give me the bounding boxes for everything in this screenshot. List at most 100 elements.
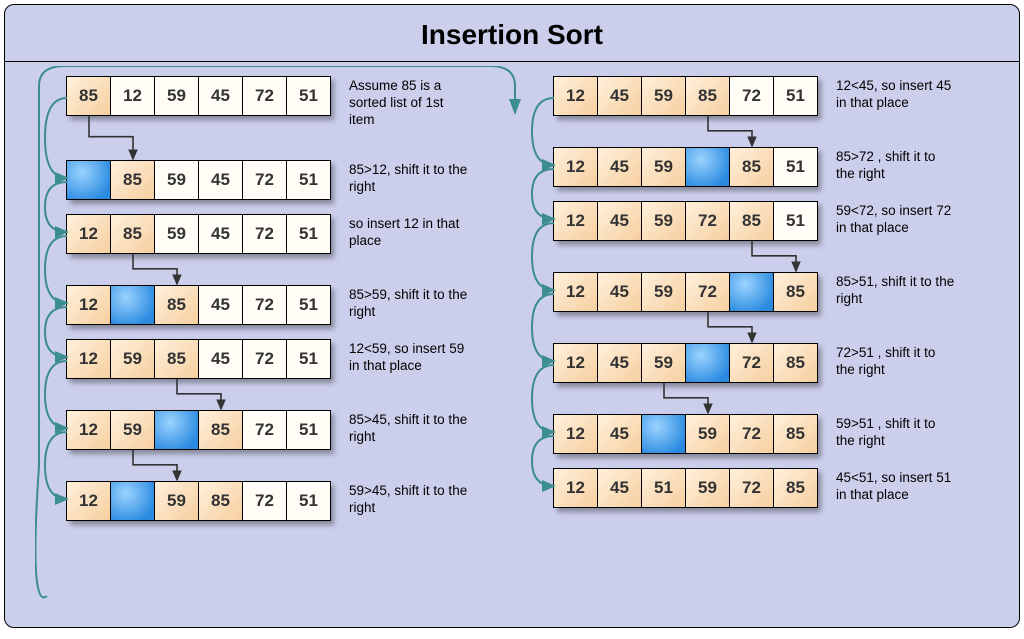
array: 124559857251: [554, 76, 818, 116]
array-cell: 45: [198, 160, 243, 200]
array-cell: 59: [685, 414, 730, 454]
array-cell: 12: [553, 414, 598, 454]
array-cell: 51: [286, 214, 331, 254]
array: 1245598551: [554, 147, 818, 187]
array-cell: 51: [641, 468, 686, 508]
array: 1259857251: [67, 481, 331, 521]
array-cell: 59: [154, 76, 199, 116]
array-cell: 85: [154, 339, 199, 379]
step-caption: 59>45, shift it to the right: [349, 481, 469, 517]
array-cell: 72: [242, 339, 287, 379]
step-caption: 12<59, so insert 59 in that place: [349, 339, 469, 375]
array: 1245597285: [554, 272, 818, 312]
array: 8559457251: [67, 160, 331, 200]
left-column: 851259457251Assume 85 is a sorted list o…: [25, 76, 512, 552]
step-caption: 12<45, so insert 45 in that place: [836, 76, 956, 112]
array-cell: 45: [597, 272, 642, 312]
array-cell: 59: [154, 214, 199, 254]
page-title: Insertion Sort: [5, 5, 1019, 61]
array-cell: 72: [242, 214, 287, 254]
step-row: 124559728572>51 , shift it to the right: [512, 343, 999, 383]
array-cell: 72: [729, 343, 774, 383]
array-cell: 72: [729, 76, 774, 116]
step-caption: 85>51, shift it to the right: [836, 272, 956, 308]
step-row: 128559457251so insert 12 in that place: [25, 214, 512, 254]
array-cell: 51: [773, 201, 818, 241]
array-cell: 12: [66, 339, 111, 379]
array-cell: 85: [198, 410, 243, 450]
step-row: 124559857251 12<45, so insert 45 in that …: [512, 76, 999, 116]
array-cell: 45: [198, 285, 243, 325]
array-cell: 85: [198, 481, 243, 521]
right-column: 12455985725112<45, so insert 45 in that …: [512, 76, 999, 552]
step-row: 851259457251 Assume 85 is a sorted list o…: [25, 76, 512, 129]
array-cell: 59: [641, 343, 686, 383]
diagram-frame: Insertion Sort 851259457251Assume 85 is …: [4, 4, 1020, 628]
array-cell: 45: [198, 214, 243, 254]
array-cell: 72: [242, 76, 287, 116]
array-cell: 85: [729, 147, 774, 187]
array: 1259857251: [67, 410, 331, 450]
array-cell: 59: [641, 272, 686, 312]
title-divider: [5, 61, 1019, 62]
array-cell: [154, 410, 199, 450]
array-cell: 51: [286, 76, 331, 116]
array-cell: 59: [154, 481, 199, 521]
step-row: 124559855185>72 , shift it to the right: [512, 147, 999, 187]
array-cell: 12: [110, 76, 155, 116]
array-cell: [66, 160, 111, 200]
array-cell: 45: [198, 76, 243, 116]
array-cell: 12: [66, 285, 111, 325]
array-cell: 72: [685, 201, 730, 241]
array-cell: 85: [110, 160, 155, 200]
step-caption: 85>59, shift it to the right: [349, 285, 469, 321]
array-cell: 12: [66, 410, 111, 450]
array-cell: 85: [729, 201, 774, 241]
array-cell: 72: [729, 468, 774, 508]
array-cell: 59: [110, 410, 155, 450]
step-row: 125985725185>45, shift it to the right: [25, 410, 512, 450]
array-cell: 12: [553, 343, 598, 383]
step-row: 1245597285 85>51, shift it to the right: [512, 272, 999, 312]
array-cell: 12: [66, 481, 111, 521]
array-cell: [641, 414, 686, 454]
array: 851259457251: [67, 76, 331, 116]
array-cell: 85: [685, 76, 730, 116]
array-cell: [729, 272, 774, 312]
array-cell: 59: [685, 468, 730, 508]
array-cell: 59: [110, 339, 155, 379]
array: 124559728551: [554, 201, 818, 241]
array-cell: [110, 481, 155, 521]
array-cell: 85: [154, 285, 199, 325]
step-row: 124559728559>51 , shift it to the right: [512, 414, 999, 454]
array-cell: 85: [773, 414, 818, 454]
array-cell: 59: [154, 160, 199, 200]
array-cell: 72: [242, 160, 287, 200]
columns-wrapper: 851259457251Assume 85 is a sorted list o…: [5, 76, 1019, 552]
step-row: 12455972855159<72, so insert 72 in that …: [512, 201, 999, 241]
array-cell: [110, 285, 155, 325]
array-cell: 12: [553, 76, 598, 116]
step-caption: 85>45, shift it to the right: [349, 410, 469, 446]
array-cell: 72: [242, 481, 287, 521]
array: 124551597285: [554, 468, 818, 508]
step-row: 128545725185>59, shift it to the right: [25, 285, 512, 325]
array-cell: 72: [729, 414, 774, 454]
array-cell: 59: [641, 147, 686, 187]
array-cell: 12: [553, 272, 598, 312]
array-cell: 85: [773, 343, 818, 383]
array-cell: 85: [773, 272, 818, 312]
step-caption: 45<51, so insert 51 in that place: [836, 468, 956, 504]
array-cell: 12: [553, 147, 598, 187]
array-cell: 85: [773, 468, 818, 508]
array-cell: 85: [110, 214, 155, 254]
step-caption: Assume 85 is a sorted list of 1st item: [349, 76, 469, 129]
array: 1285457251: [67, 285, 331, 325]
array-cell: [685, 343, 730, 383]
step-row: 855945725185>12, shift it to the right: [25, 160, 512, 200]
array-cell: 85: [66, 76, 111, 116]
array-cell: 12: [553, 468, 598, 508]
array: 125985457251: [67, 339, 331, 379]
step-row: 124551597285 45<51, so insert 51 in that …: [512, 468, 999, 508]
step-caption: 85>72 , shift it to the right: [836, 147, 956, 183]
